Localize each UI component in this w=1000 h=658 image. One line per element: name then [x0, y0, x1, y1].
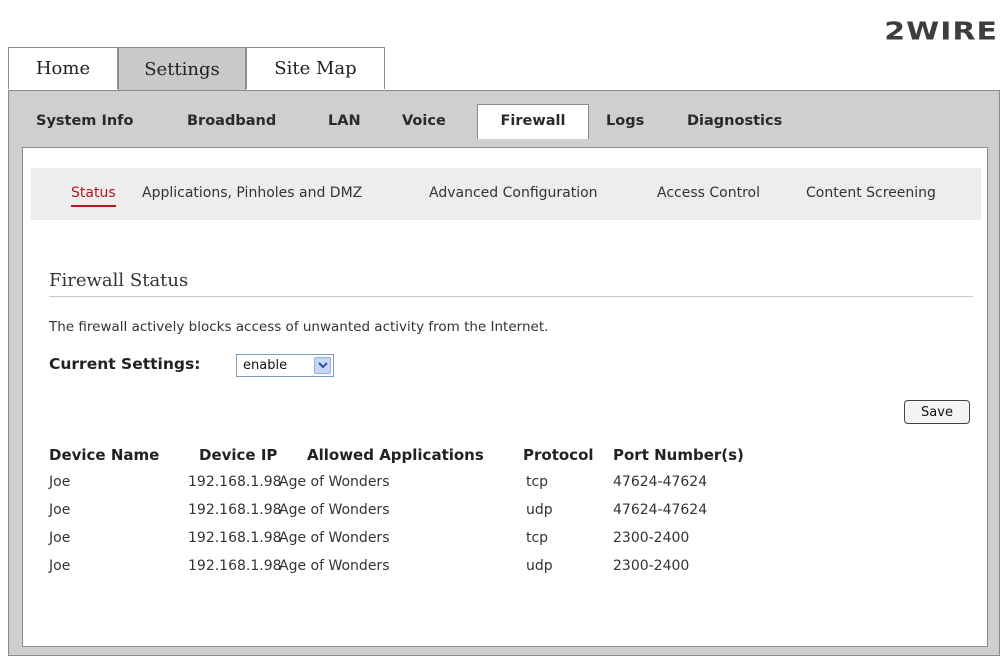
firewall-subnav: Status Applications, Pinholes and DMZ Ad…	[31, 168, 981, 220]
tab-settings[interactable]: Settings	[118, 47, 246, 91]
tab-home[interactable]: Home	[8, 47, 118, 89]
cell-protocol: tcp	[526, 530, 549, 546]
cell-allowed-application: Age of Wonders	[279, 474, 390, 490]
cell-port-numbers: 2300-2400	[613, 558, 690, 574]
current-settings-label: Current Settings:	[49, 355, 201, 373]
cell-allowed-application: Age of Wonders	[279, 530, 390, 546]
section-divider	[49, 296, 973, 297]
cell-allowed-application: Age of Wonders	[279, 558, 390, 574]
cell-port-numbers: 2300-2400	[613, 530, 690, 546]
brand-logo: 2WIRE	[884, 17, 998, 46]
subtab-firewall[interactable]: Firewall	[477, 104, 589, 139]
cell-device-name: Joe	[49, 530, 71, 546]
table-row: Joe 192.168.1.98 Age of Wonders udp 2300…	[49, 558, 809, 582]
subtab-voice[interactable]: Voice	[402, 107, 446, 135]
subnav-access-control[interactable]: Access Control	[657, 185, 760, 201]
column-header-protocol: Protocol	[523, 446, 594, 464]
subnav-applications-pinholes-dmz[interactable]: Applications, Pinholes and DMZ	[142, 185, 362, 201]
cell-protocol: tcp	[526, 474, 549, 490]
cell-allowed-application: Age of Wonders	[279, 502, 390, 518]
cell-device-name: Joe	[49, 502, 71, 518]
cell-protocol: udp	[526, 502, 553, 518]
settings-frame: System Info Broadband LAN Voice Firewall…	[8, 90, 1000, 656]
subtab-broadband[interactable]: Broadband	[187, 107, 276, 135]
save-button[interactable]: Save	[904, 400, 970, 424]
cell-protocol: udp	[526, 558, 553, 574]
cell-device-ip: 192.168.1.98	[188, 502, 282, 518]
cell-port-numbers: 47624-47624	[613, 502, 708, 518]
column-header-allowed-applications: Allowed Applications	[307, 446, 484, 464]
cell-device-name: Joe	[49, 558, 71, 574]
table-row: Joe 192.168.1.98 Age of Wonders udp 4762…	[49, 502, 809, 526]
subnav-content-screening[interactable]: Content Screening	[806, 185, 936, 201]
subtab-system-info[interactable]: System Info	[36, 107, 133, 135]
current-settings-select[interactable]: enable	[236, 354, 334, 377]
cell-device-ip: 192.168.1.98	[188, 530, 282, 546]
subnav-status[interactable]: Status	[71, 185, 116, 207]
tab-site-map[interactable]: Site Map	[246, 47, 385, 89]
firewall-description: The firewall actively blocks access of u…	[49, 319, 549, 335]
firewall-panel: Status Applications, Pinholes and DMZ Ad…	[22, 147, 988, 647]
table-row: Joe 192.168.1.98 Age of Wonders tcp 2300…	[49, 530, 809, 554]
column-header-device-name: Device Name	[49, 446, 160, 464]
cell-device-name: Joe	[49, 474, 71, 490]
column-header-port-numbers: Port Number(s)	[613, 446, 744, 464]
table-row: Joe 192.168.1.98 Age of Wonders tcp 4762…	[49, 474, 809, 498]
cell-port-numbers: 47624-47624	[613, 474, 708, 490]
section-title: Firewall Status	[49, 270, 189, 291]
current-settings-value: enable	[243, 358, 288, 373]
cell-device-ip: 192.168.1.98	[188, 558, 282, 574]
subtab-diagnostics[interactable]: Diagnostics	[687, 107, 782, 135]
subtab-logs[interactable]: Logs	[606, 107, 644, 135]
subtab-lan[interactable]: LAN	[328, 107, 361, 135]
column-header-device-ip: Device IP	[199, 446, 278, 464]
subnav-advanced-configuration[interactable]: Advanced Configuration	[429, 185, 598, 201]
cell-device-ip: 192.168.1.98	[188, 474, 282, 490]
chevron-down-icon[interactable]	[314, 357, 331, 374]
